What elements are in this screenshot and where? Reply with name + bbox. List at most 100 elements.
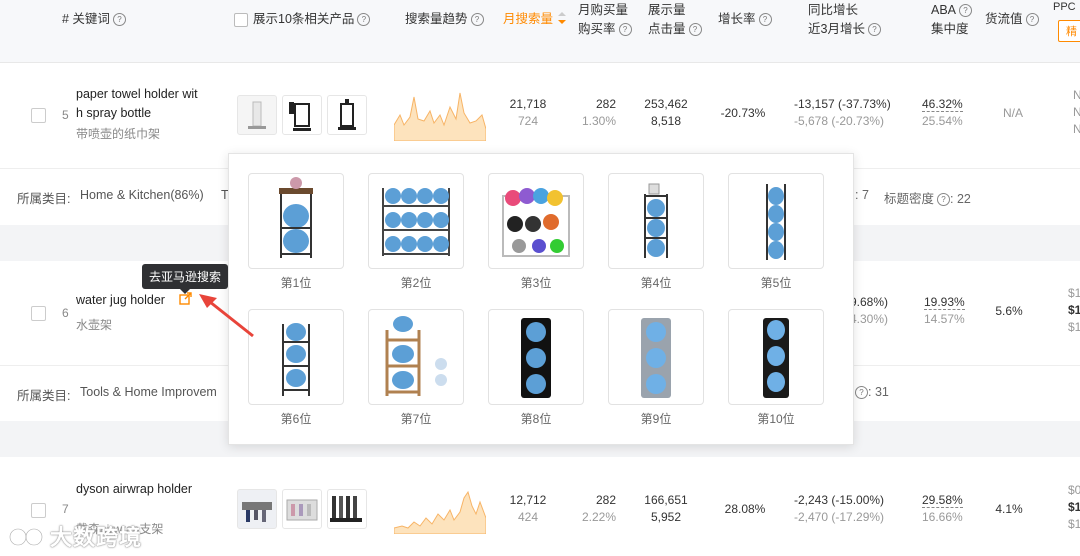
yoy-value: 9.68%) 4.30%)	[850, 295, 889, 326]
product-card[interactable]: 第3位	[488, 173, 584, 291]
help-icon[interactable]: ?	[618, 23, 632, 37]
help-icon[interactable]: ?	[470, 13, 484, 27]
yoy-header[interactable]: 同比增长 近3月增长?	[808, 1, 881, 39]
product-card[interactable]: 第10位	[728, 309, 824, 427]
impressions-value: 166,651 5,952	[644, 493, 688, 524]
help-icon[interactable]: ?	[1025, 13, 1039, 27]
product-image[interactable]	[488, 173, 584, 269]
trend-header: 搜索量趋势?	[405, 10, 484, 29]
table-header: # 关键词? 展示10条相关产品? 搜索量趋势? 月搜索量 月购买量 购买率? 展…	[0, 0, 1080, 63]
category-label: 所属类目:	[17, 192, 71, 206]
annotation-arrow-icon	[199, 294, 254, 338]
purchase-header[interactable]: 月购买量 购买率?	[578, 1, 632, 39]
watermark-logo-icon	[8, 527, 44, 547]
keyword-link[interactable]: paper towel holder wit h spray bottle	[76, 85, 221, 123]
monthly-search-value: 12,712 424	[509, 493, 547, 524]
ppc-header: PPC	[1053, 1, 1076, 13]
product-card[interactable]: 第9位	[608, 309, 704, 427]
product-card[interactable]: 第8位	[488, 309, 584, 427]
external-link-icon[interactable]	[179, 292, 192, 305]
product-thumbnail[interactable]	[237, 95, 277, 135]
product-rank: 第6位	[280, 412, 312, 426]
help-icon[interactable]: ?	[357, 13, 371, 27]
rank: 5	[62, 108, 69, 122]
ppc-precise-button[interactable]: 精	[1058, 20, 1080, 42]
related-products-popup: 第1位 第2位 第3位 第4位 第5位 第6位 第7位 第8位 第9位 第10位	[228, 153, 854, 445]
product-image[interactable]	[248, 173, 344, 269]
product-card[interactable]: 第7位	[368, 309, 464, 427]
flow-value: N/A	[1002, 106, 1023, 120]
product-thumbnail[interactable]	[282, 489, 322, 529]
row-checkbox[interactable]	[31, 108, 46, 123]
help-icon[interactable]: ?	[112, 13, 126, 27]
help-icon[interactable]: ?	[688, 23, 702, 37]
flow-value: 5.6%	[995, 304, 1023, 318]
keyword-link[interactable]: water jug holder	[76, 291, 165, 310]
monthly-search-header[interactable]: 月搜索量	[503, 10, 553, 29]
product-image[interactable]	[728, 309, 824, 405]
category-label: 所属类目:	[17, 389, 71, 403]
impressions-header[interactable]: 展示量 点击量?	[648, 1, 702, 39]
product-rank: 第1位	[280, 276, 312, 290]
keyword-header[interactable]: # 关键词?	[62, 10, 126, 29]
category-value: Home & Kitchen(86%)	[80, 188, 204, 202]
product-card[interactable]: 第5位	[728, 173, 824, 291]
product-card[interactable]: 第4位	[608, 173, 704, 291]
product-rank: 第5位	[760, 276, 792, 290]
help-icon[interactable]: ?	[758, 13, 772, 27]
product-rank: 第2位	[400, 276, 432, 290]
growth-header[interactable]: 增长率?	[718, 10, 772, 29]
ppc-values: $1 $1 $1	[1068, 286, 1080, 334]
monthly-search-value: 21,718 724	[509, 97, 547, 128]
product-card[interactable]: 第1位	[248, 173, 344, 291]
rank: 7	[62, 502, 69, 516]
help-icon[interactable]: ?	[937, 193, 951, 207]
product-image[interactable]	[248, 309, 344, 405]
product-rank: 第10位	[757, 412, 795, 426]
show-products-header[interactable]: 展示10条相关产品?	[253, 10, 371, 29]
keyword-translation: 带喷壶的纸巾架	[76, 127, 161, 141]
rank: 6	[62, 306, 69, 320]
row-checkbox[interactable]	[31, 306, 46, 321]
product-rank: 第7位	[400, 412, 432, 426]
help-icon[interactable]: ?	[959, 4, 973, 18]
help-icon[interactable]: ?	[867, 23, 881, 37]
purchase-value: 282 1.30%	[581, 97, 616, 128]
product-image[interactable]	[728, 173, 824, 269]
search-trend-sparkline	[394, 490, 486, 534]
growth-value: 28.08%	[724, 502, 766, 516]
title-density: 标题密度?: 22	[884, 192, 971, 207]
aba-value[interactable]: 19.93% 14.57%	[924, 295, 970, 326]
purchase-value: 282 2.22%	[581, 493, 616, 524]
product-thumbnail[interactable]	[237, 489, 277, 529]
row-checkbox[interactable]	[31, 503, 46, 518]
product-rank: 第8位	[520, 412, 552, 426]
show-products-checkbox[interactable]	[234, 13, 248, 27]
flow-header[interactable]: 货流值?	[985, 10, 1039, 29]
amazon-search-tooltip: 去亚马逊搜索	[142, 264, 229, 294]
impressions-value: 253,462 8,518	[644, 97, 688, 128]
product-thumbnail[interactable]	[327, 95, 367, 135]
help-icon[interactable]: ?	[855, 386, 868, 400]
product-thumbnail[interactable]	[282, 95, 322, 135]
product-image[interactable]	[608, 309, 704, 405]
product-thumbnail[interactable]	[327, 489, 367, 529]
product-image[interactable]	[608, 173, 704, 269]
product-thumbnails	[237, 489, 367, 529]
aba-value[interactable]: 46.32% 25.54%	[922, 97, 968, 128]
keyword-link[interactable]: dyson airwrap holder	[76, 480, 192, 499]
product-card[interactable]: 第6位	[248, 309, 344, 427]
search-trend-sparkline	[394, 92, 486, 141]
aba-value[interactable]: 29.58% 16.66%	[922, 493, 968, 524]
product-rank: 第4位	[640, 276, 672, 290]
yoy-value: -2,243 (-15.00%) -2,470 (-17.29%)	[794, 493, 885, 524]
product-image[interactable]	[368, 309, 464, 405]
ppc-values: $0 $1 $1	[1068, 483, 1080, 531]
product-image[interactable]	[488, 309, 584, 405]
aba-header[interactable]: ABA? 集中度	[931, 1, 973, 39]
product-card[interactable]: 第2位	[368, 173, 464, 291]
sort-icon[interactable]	[558, 12, 566, 26]
growth-value: -20.73%	[720, 106, 766, 120]
product-image[interactable]	[368, 173, 464, 269]
keyword-translation: 水壶架	[76, 318, 113, 332]
